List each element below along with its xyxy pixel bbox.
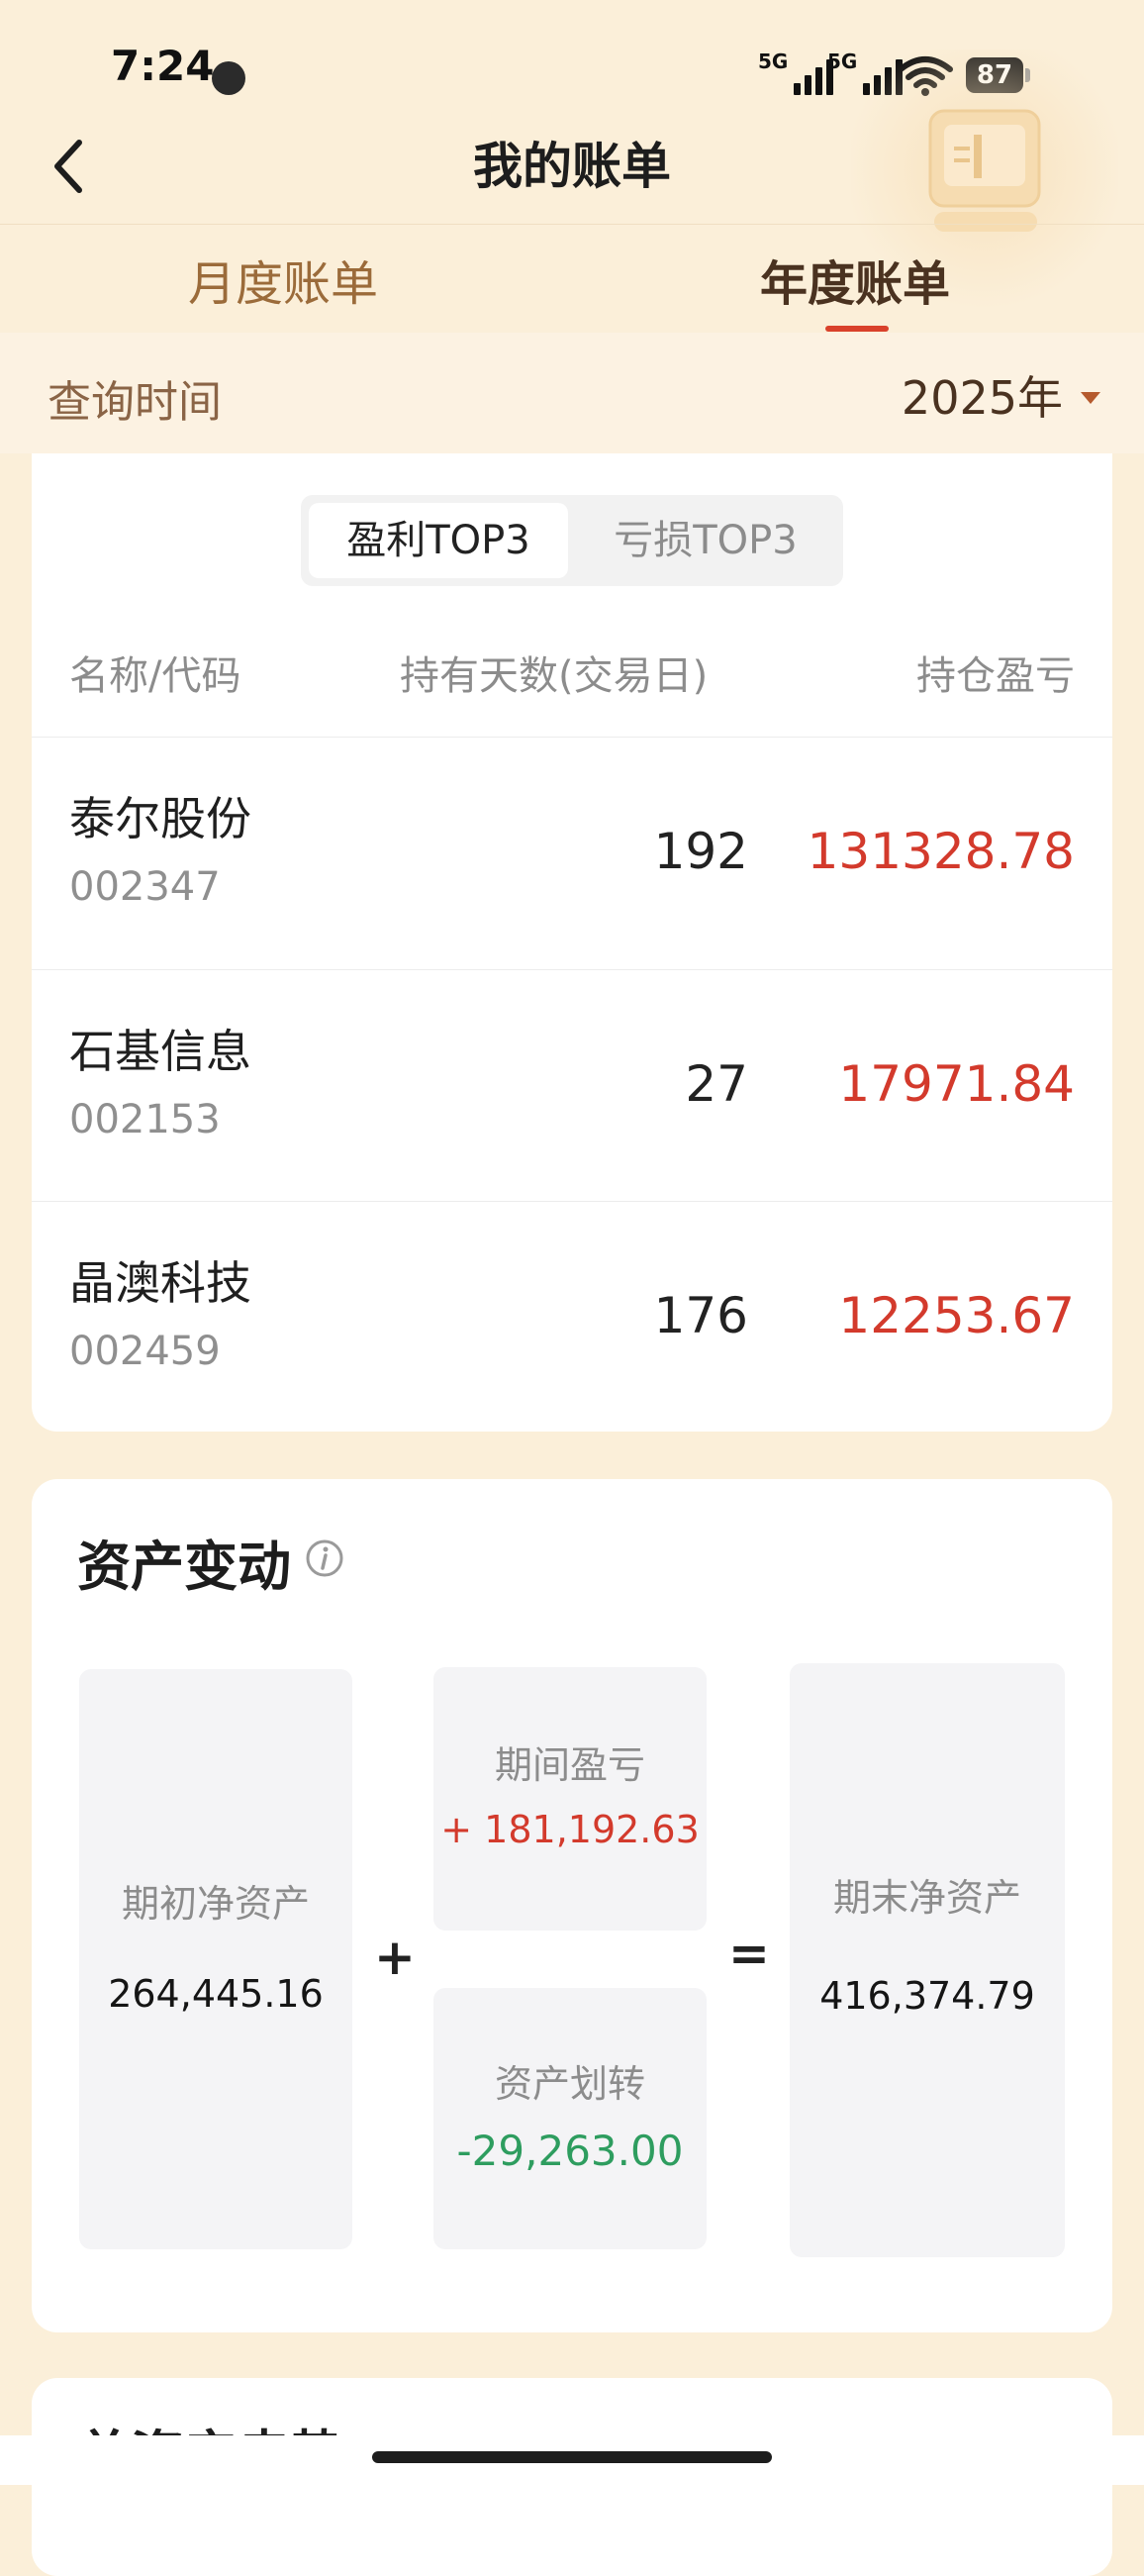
status-time: 7:24 [111, 42, 215, 90]
holding-pnl: 131328.78 [807, 823, 1075, 880]
final-net-asset-value: 416,374.79 [819, 1974, 1035, 2018]
table-row[interactable]: 泰尔股份 002347 192 131328.78 [32, 738, 1112, 969]
column-header-days: 持有天数(交易日) [400, 653, 709, 699]
period-pnl-value: + 181,192.63 [440, 1808, 700, 1851]
initial-net-asset-box: 期初净资产 264,445.16 [79, 1669, 352, 2249]
tab-monthly-bill[interactable]: 月度账单 [188, 245, 378, 314]
column-header-pnl: 持仓盈亏 [916, 653, 1075, 699]
initial-net-asset-value: 264,445.16 [108, 1972, 324, 2016]
top3-card: 盈利TOP3 亏损TOP3 名称/代码 持有天数(交易日) 持仓盈亏 泰尔股份 … [32, 453, 1112, 1432]
tab-bar: 月度账单 年度账单 [0, 224, 1144, 334]
page-title: 我的账单 [473, 138, 671, 195]
asset-change-card: 资产变动 期初净资产 264,445.16 + 期间盈亏 + 181,192.6… [32, 1479, 1112, 2332]
asset-transfer-label: 资产划转 [494, 2062, 645, 2106]
signal-label: 5G [758, 50, 789, 73]
query-bar: 查询时间 2025年 [0, 333, 1144, 453]
holding-days: 176 [653, 1287, 748, 1344]
home-indicator[interactable] [372, 2451, 772, 2463]
final-net-asset-label: 期末净资产 [832, 1876, 1021, 1920]
stock-code: 002459 [69, 1329, 221, 1374]
info-icon[interactable] [305, 1538, 344, 1578]
period-pnl-label: 期间盈亏 [494, 1743, 645, 1787]
plus-sign: + [374, 1929, 416, 1986]
asset-transfer-value: -29,263.00 [456, 2127, 684, 2175]
nav-header: 我的账单 [0, 109, 1144, 224]
initial-net-asset-label: 期初净资产 [121, 1882, 310, 1926]
holding-pnl: 12253.67 [838, 1287, 1075, 1344]
caret-down-icon [1081, 392, 1100, 404]
stock-name: 泰尔股份 [69, 792, 251, 845]
tab-active-indicator [825, 326, 889, 332]
year-value: 2025年 [901, 371, 1063, 425]
table-row[interactable]: 石基信息 002153 27 17971.84 [32, 970, 1112, 1202]
clock-icon [212, 61, 245, 95]
asset-transfer-box: 资产划转 -29,263.00 [433, 1988, 707, 2249]
table-row[interactable]: 晶澳科技 002459 176 12253.67 [32, 1202, 1112, 1434]
query-time-label: 查询时间 [48, 377, 222, 428]
period-pnl-box: 期间盈亏 + 181,192.63 [433, 1667, 707, 1931]
stock-code: 002347 [69, 864, 221, 910]
stock-name: 石基信息 [69, 1025, 251, 1078]
signal-icon: 5G [758, 50, 834, 95]
stock-name: 晶澳科技 [69, 1256, 251, 1310]
year-selector[interactable]: 2025年 [902, 362, 1100, 428]
stock-code: 002153 [69, 1097, 221, 1142]
final-net-asset-box: 期末净资产 416,374.79 [790, 1663, 1065, 2257]
segment-control: 盈利TOP3 亏损TOP3 [301, 495, 843, 586]
holding-pnl: 17971.84 [838, 1055, 1075, 1113]
signal-label-2: 5G [827, 50, 858, 73]
holding-days: 192 [653, 823, 748, 880]
segment-profit-top3[interactable]: 盈利TOP3 [309, 503, 568, 578]
tab-yearly-bill[interactable]: 年度账单 [760, 245, 950, 314]
segment-loss-top3[interactable]: 亏损TOP3 [576, 503, 835, 578]
holding-days: 27 [685, 1055, 748, 1113]
column-header-name: 名称/代码 [69, 653, 241, 699]
asset-change-title: 资产变动 [77, 1536, 291, 1598]
equals-sign: = [728, 1925, 770, 1982]
